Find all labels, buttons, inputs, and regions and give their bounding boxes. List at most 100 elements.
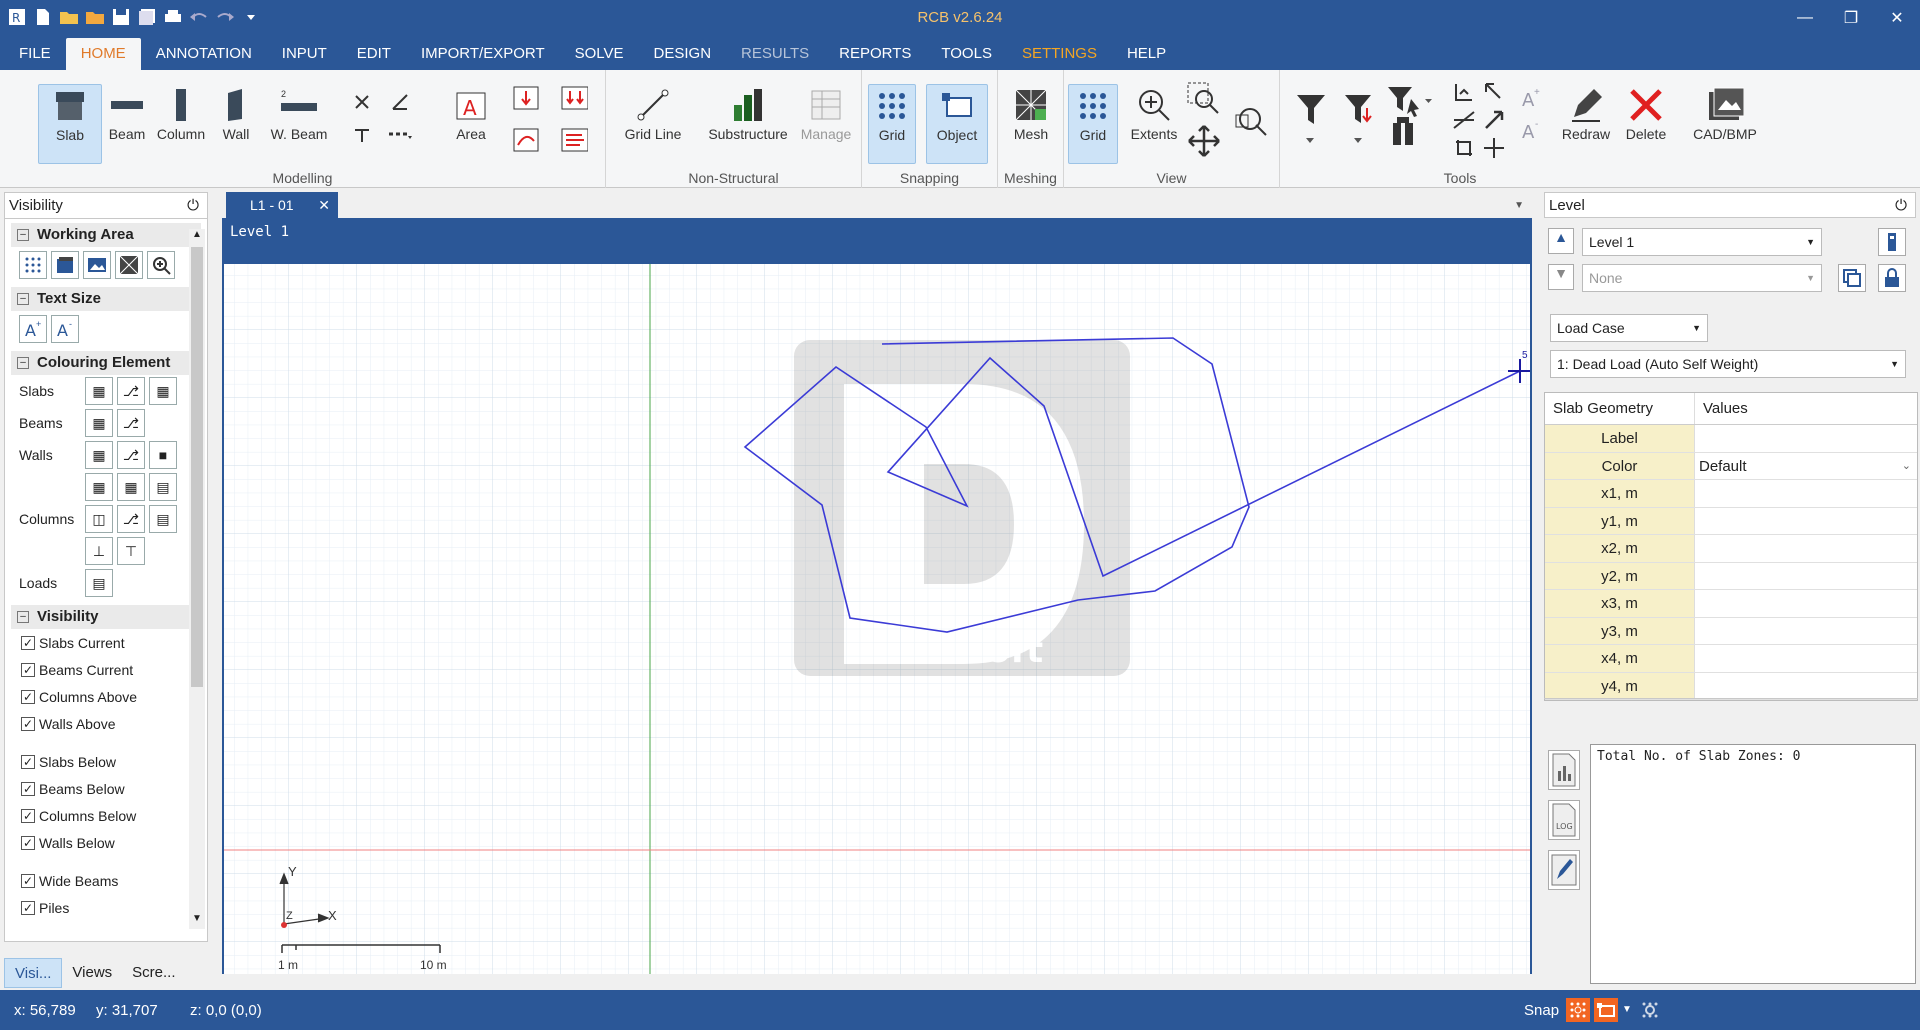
wall-tree-icon[interactable]: ⎇	[117, 441, 145, 469]
load-area-icon[interactable]	[560, 126, 588, 154]
text-size-section[interactable]: – Text Size	[11, 287, 201, 311]
table-row[interactable]: y3, m	[1545, 617, 1917, 645]
wall-label-icon[interactable]: ▦	[117, 473, 145, 501]
column-hatch-icon[interactable]: ▤	[149, 505, 177, 533]
collapse-icon[interactable]: –	[17, 229, 29, 241]
dimension-icon[interactable]	[1450, 78, 1478, 106]
checkbox-checked-icon[interactable]: ✓	[21, 781, 35, 796]
check-piles[interactable]: ✓ Piles	[21, 894, 207, 921]
checkbox-checked-icon[interactable]: ✓	[21, 716, 35, 731]
zoom-previous-icon[interactable]	[1230, 100, 1272, 140]
reference-level-select[interactable]: None ▼	[1582, 264, 1822, 292]
grid-dots-icon[interactable]	[19, 251, 47, 279]
load-distributed-icon[interactable]	[560, 84, 588, 112]
split-icon[interactable]	[1450, 106, 1478, 134]
pan-icon[interactable]	[1184, 122, 1224, 160]
tab-close-icon[interactable]: ✕	[318, 192, 330, 218]
menu-settings[interactable]: SETTINGS	[1007, 38, 1112, 70]
manage-button[interactable]: Manage	[796, 84, 856, 142]
restore-icon[interactable]: ❐	[1828, 0, 1874, 36]
column-i-icon[interactable]: ⊥	[85, 537, 113, 565]
substructure-button[interactable]: Substructure	[704, 84, 792, 142]
scroll-down-icon[interactable]: ▼	[189, 913, 205, 929]
image-icon[interactable]	[83, 251, 111, 279]
zoom-view-icon[interactable]	[147, 251, 175, 279]
wall-colour-icon[interactable]: ▦	[85, 441, 113, 469]
close-icon[interactable]: ✕	[1874, 0, 1920, 36]
column-button[interactable]: Column	[152, 84, 210, 142]
row-value[interactable]	[1695, 535, 1917, 562]
snap-object-toggle-icon[interactable]	[1594, 998, 1618, 1022]
extents-button[interactable]: Extents	[1126, 84, 1182, 142]
canvas-svg[interactable]: DiPCSoft 5 Y X Z 1 m 10 m	[224, 264, 1530, 974]
text-smaller-icon[interactable]: A-	[1518, 116, 1546, 144]
collapse-icon[interactable]: –	[17, 611, 29, 623]
menu-input[interactable]: INPUT	[267, 38, 342, 70]
check-beams-current[interactable]: ✓ Beams Current	[21, 656, 207, 683]
checkbox-checked-icon[interactable]: ✓	[21, 873, 35, 888]
colouring-section[interactable]: – Colouring Element	[11, 351, 201, 375]
color-select[interactable]: Default ⌄	[1695, 453, 1917, 480]
slab-tree-icon[interactable]: ⎇	[117, 377, 145, 405]
load-point-icon[interactable]	[512, 84, 540, 112]
checkbox-checked-icon[interactable]: ✓	[21, 754, 35, 769]
log-icon[interactable]: LOG	[1548, 800, 1580, 840]
scroll-thumb[interactable]	[191, 247, 203, 687]
arrow-tool-icon[interactable]	[1480, 78, 1508, 106]
layers-icon[interactable]	[51, 251, 79, 279]
drawing-canvas[interactable]: DiPCSoft 5 Y X Z 1 m 10 m	[222, 264, 1532, 974]
column-colour-icon[interactable]: ◫	[85, 505, 113, 533]
slab-colour-icon[interactable]: ▦	[85, 377, 113, 405]
column-t-icon[interactable]: ⊤	[117, 537, 145, 565]
slab-button[interactable]: Slab	[38, 84, 102, 164]
slab-table-icon[interactable]: ▦	[149, 377, 177, 405]
check-wide-beams[interactable]: ✓ Wide Beams	[21, 867, 207, 894]
pin-icon[interactable]: ⏻	[1895, 193, 1907, 217]
snap-settings-icon[interactable]	[1638, 998, 1662, 1022]
table-row[interactable]: x3, m	[1545, 590, 1917, 618]
check-beams-below[interactable]: ✓ Beams Below	[21, 775, 207, 802]
collapse-icon[interactable]: –	[17, 293, 29, 305]
tab-visibility[interactable]: Visi...	[4, 958, 63, 988]
check-slabs-current[interactable]: ✓ Slabs Current	[21, 629, 207, 656]
load-case-select[interactable]: 1: Dead Load (Auto Self Weight) ▼	[1550, 350, 1906, 378]
redraw-button[interactable]: Redraw	[1556, 84, 1616, 142]
loads-colour-icon[interactable]: ▤	[85, 569, 113, 597]
document-tab[interactable]: L1 - 01 ✕	[226, 192, 338, 218]
visibility-scrollbar[interactable]: ▲ ▼	[189, 229, 205, 929]
copy-level-icon[interactable]	[1838, 264, 1866, 292]
level-select[interactable]: Level 1 ▼	[1582, 228, 1822, 256]
checkbox-checked-icon[interactable]: ✓	[21, 635, 35, 650]
row-value[interactable]	[1695, 508, 1917, 535]
wall-type-icon[interactable]: ▦	[85, 473, 113, 501]
snap-grid-toggle-icon[interactable]	[1566, 998, 1590, 1022]
minimize-icon[interactable]: —	[1782, 0, 1828, 36]
text-decrease-icon[interactable]: A-	[51, 315, 79, 343]
checkbox-checked-icon[interactable]: ✓	[21, 900, 35, 915]
level-up-icon[interactable]: ▲	[1548, 228, 1574, 254]
snap-grid-button[interactable]: Grid	[868, 84, 916, 164]
trim-icon[interactable]	[1450, 134, 1478, 162]
area-button[interactable]: A Area	[448, 84, 494, 142]
menu-edit[interactable]: EDIT	[342, 38, 406, 70]
grid-line-button[interactable]: Grid Line	[618, 84, 688, 142]
diagonal-line-icon[interactable]	[386, 88, 414, 116]
delete-button[interactable]: Delete	[1622, 84, 1670, 142]
visibility-section[interactable]: – Visibility	[11, 605, 201, 629]
mesh-button[interactable]: Mesh	[1006, 84, 1056, 142]
check-walls-above[interactable]: ✓ Walls Above	[21, 710, 207, 737]
table-row[interactable]: y1, m	[1545, 507, 1917, 535]
level-settings-icon[interactable]	[1878, 228, 1906, 256]
filter-icon[interactable]	[1292, 88, 1330, 148]
menu-results[interactable]: RESULTS	[726, 38, 824, 70]
check-columns-above[interactable]: ✓ Columns Above	[21, 683, 207, 710]
menu-import-export[interactable]: IMPORT/EXPORT	[406, 38, 560, 70]
snap-dropdown-icon[interactable]: ▼	[1622, 1004, 1632, 1015]
row-value[interactable]	[1695, 590, 1917, 617]
menu-home[interactable]: HOME	[65, 38, 141, 70]
table-row[interactable]: x4, m	[1545, 645, 1917, 673]
wide-beam-button[interactable]: 2 W. Beam	[260, 84, 338, 142]
checkbox-checked-icon[interactable]: ✓	[21, 808, 35, 823]
plus-tool-icon[interactable]	[1480, 134, 1508, 162]
wall-button[interactable]: Wall	[214, 84, 258, 142]
